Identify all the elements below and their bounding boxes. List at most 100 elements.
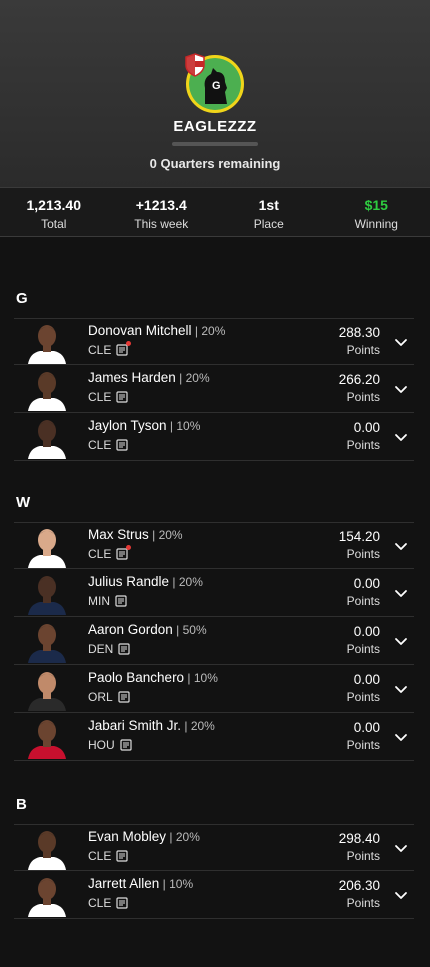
news-icon[interactable] xyxy=(116,391,128,403)
player-row[interactable]: Jaylon Tyson | 10% CLE 0.00 Points xyxy=(14,414,414,461)
news-icon[interactable] xyxy=(116,439,128,451)
player-name-line: James Harden | 20% xyxy=(88,370,210,385)
ownership-pct-value: 20% xyxy=(201,324,226,338)
points-label: Points xyxy=(346,690,380,704)
player-points: 0.00 Points xyxy=(300,720,380,752)
player-row[interactable]: Paolo Banchero | 10% ORL 0.00 Points xyxy=(14,666,414,713)
news-icon[interactable] xyxy=(115,595,127,607)
ownership-pct-value: 10% xyxy=(176,419,201,433)
player-name-line: Aaron Gordon | 50% xyxy=(88,622,207,637)
position-label: G xyxy=(16,290,28,307)
player-team: CLE xyxy=(88,849,112,863)
player-team-line: CLE xyxy=(88,896,128,910)
stat-value: +1213.4 xyxy=(135,197,187,213)
ownership-pct-value: 20% xyxy=(175,830,200,844)
stat-label: Place xyxy=(253,217,284,231)
ownership-pct-value: 20% xyxy=(185,371,210,385)
player-points: 206.30 Points xyxy=(300,878,380,910)
news-icon[interactable] xyxy=(116,545,132,560)
player-headshot xyxy=(24,320,70,364)
news-icon[interactable] xyxy=(116,341,132,356)
player-name: Jaylon Tyson xyxy=(88,418,167,433)
player-row[interactable]: Max Strus | 20% CLE 154.20 Points xyxy=(14,522,414,569)
player-headshot xyxy=(24,367,70,411)
position-label: B xyxy=(16,796,27,813)
chevron-down-icon[interactable] xyxy=(394,888,408,902)
player-points: 0.00 Points xyxy=(300,420,380,452)
chevron-down-icon[interactable] xyxy=(394,382,408,396)
player-team-line: CLE xyxy=(88,849,128,863)
player-points: 0.00 Points xyxy=(300,624,380,656)
chevron-down-icon[interactable] xyxy=(394,335,408,349)
news-icon[interactable] xyxy=(116,897,128,909)
chevron-down-icon[interactable] xyxy=(394,634,408,648)
player-name: Jarrett Allen xyxy=(88,876,160,891)
points-value: 298.40 xyxy=(338,831,380,846)
stat-value: 1st xyxy=(258,197,279,213)
points-value: 154.20 xyxy=(338,529,380,544)
player-headshot xyxy=(24,619,70,663)
player-row[interactable]: Julius Randle | 20% MIN 0.00 Points xyxy=(14,570,414,617)
team-name: EAGLEZZZ xyxy=(173,118,257,135)
chevron-down-icon[interactable] xyxy=(394,586,408,600)
player-team-line: CLE xyxy=(88,341,132,357)
chevron-down-icon[interactable] xyxy=(394,682,408,696)
player-team: ORL xyxy=(88,690,113,704)
player-name-line: Paolo Banchero | 10% xyxy=(88,670,218,685)
team-avatar: G xyxy=(185,53,244,113)
stat-place: 1st Place xyxy=(215,188,323,236)
stat-this-week: +1213.4 This week xyxy=(108,188,216,236)
quarters-progress-bar xyxy=(172,142,258,146)
player-name: Aaron Gordon xyxy=(88,622,173,637)
player-team-line: CLE xyxy=(88,390,128,404)
quarters-remaining: 0 Quarters remaining xyxy=(149,156,281,171)
news-icon[interactable] xyxy=(120,739,132,751)
points-label: Points xyxy=(346,390,380,404)
ownership-pct-value: 20% xyxy=(190,719,215,733)
player-row[interactable]: Jabari Smith Jr. | 20% HOU 0.00 Points xyxy=(14,714,414,761)
player-points: 0.00 Points xyxy=(300,576,380,608)
player-name: Max Strus xyxy=(88,527,149,542)
player-team: CLE xyxy=(88,547,112,561)
chevron-down-icon[interactable] xyxy=(394,539,408,553)
points-value: 0.00 xyxy=(353,576,380,591)
player-name-line: Donovan Mitchell | 20% xyxy=(88,323,225,338)
news-icon[interactable] xyxy=(118,691,130,703)
player-team-line: MIN xyxy=(88,594,127,608)
news-icon[interactable] xyxy=(116,850,128,862)
player-headshot xyxy=(24,524,70,568)
player-name: James Harden xyxy=(88,370,176,385)
stat-value: $15 xyxy=(364,197,388,213)
player-row[interactable]: Evan Mobley | 20% CLE 298.40 Points xyxy=(14,824,414,871)
stat-label: This week xyxy=(134,217,189,231)
ownership-pct-value: 10% xyxy=(193,671,218,685)
player-team: CLE xyxy=(88,438,112,452)
points-value: 206.30 xyxy=(338,878,380,893)
player-row[interactable]: James Harden | 20% CLE 266.20 Points xyxy=(14,366,414,413)
stat-value: 1,213.40 xyxy=(26,197,82,213)
player-row[interactable]: Jarrett Allen | 10% CLE 206.30 Points xyxy=(14,872,414,919)
player-team: MIN xyxy=(88,594,110,608)
player-row[interactable]: Aaron Gordon | 50% DEN 0.00 Points xyxy=(14,618,414,665)
points-value: 0.00 xyxy=(353,420,380,435)
player-name: Evan Mobley xyxy=(88,829,167,844)
chevron-down-icon[interactable] xyxy=(394,430,408,444)
ownership-pct: | 10% xyxy=(184,671,218,685)
chevron-down-icon[interactable] xyxy=(394,841,408,855)
chevron-down-icon[interactable] xyxy=(394,730,408,744)
player-team: HOU xyxy=(88,738,115,752)
points-value: 266.20 xyxy=(338,372,380,387)
points-label: Points xyxy=(346,547,380,561)
points-label: Points xyxy=(346,438,380,452)
ownership-pct-value: 20% xyxy=(158,528,183,542)
team-header: G EAGLEZZZ 0 Quarters remaining xyxy=(0,0,430,187)
news-icon[interactable] xyxy=(118,643,130,655)
player-team-line: CLE xyxy=(88,438,128,452)
ownership-pct: | 50% xyxy=(172,623,207,637)
stat-winning: $15 Winning xyxy=(323,188,430,236)
points-label: Points xyxy=(346,594,380,608)
player-points: 154.20 Points xyxy=(300,529,380,561)
news-alert-dot xyxy=(126,545,132,550)
ownership-pct: | 20% xyxy=(175,371,210,385)
player-row[interactable]: Donovan Mitchell | 20% CLE 288.30 Points xyxy=(14,318,414,365)
